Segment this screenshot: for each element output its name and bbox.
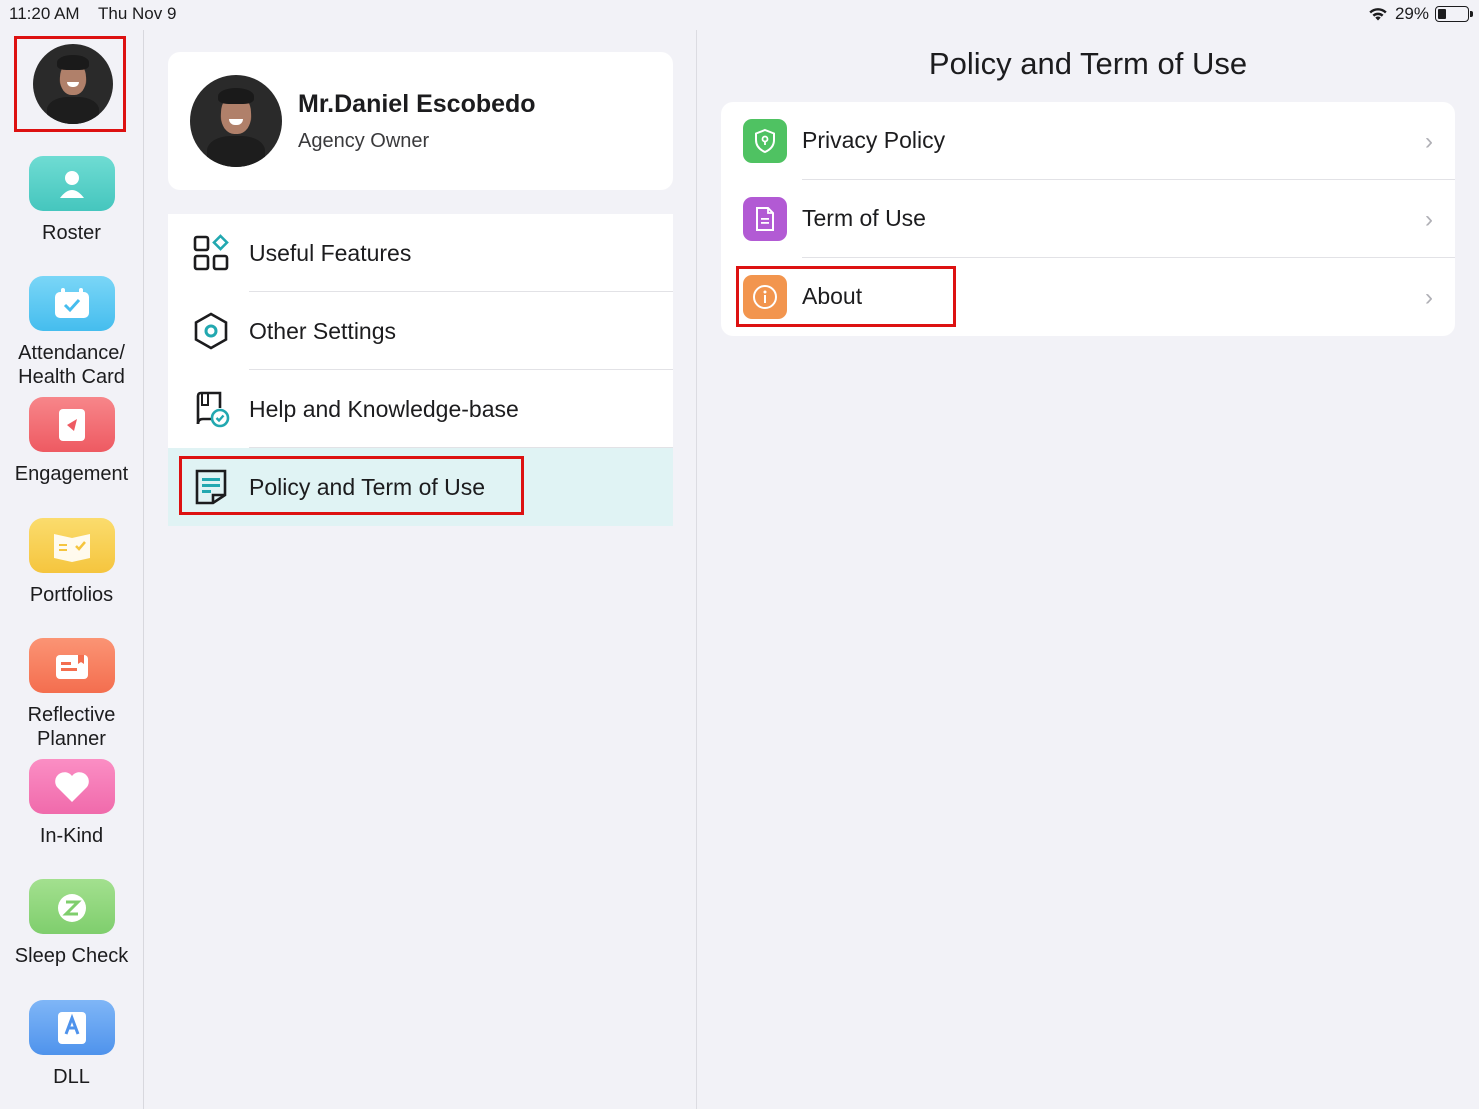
- row-about[interactable]: About ›: [721, 258, 1455, 336]
- status-bar: 11:20 AM Thu Nov 9 29%: [0, 0, 1479, 30]
- rail-avatar-highlight[interactable]: [14, 36, 126, 132]
- hexagon-settings-icon: [194, 312, 228, 350]
- heart-icon: [28, 759, 115, 814]
- menu-label-policy: Policy and Term of Use: [249, 473, 486, 500]
- avatar[interactable]: [33, 44, 113, 124]
- chevron-right-icon: ›: [1425, 206, 1433, 233]
- policy-document-icon: [195, 469, 227, 505]
- left-rail: Roster Attendance/Health Card Engagement…: [0, 30, 144, 1109]
- wifi-icon: [1369, 8, 1387, 21]
- detail-panel: Policy and Term of Use Privacy Policy › …: [697, 30, 1479, 1109]
- menu-item-help[interactable]: Help and Knowledge-base: [168, 370, 673, 448]
- row-privacy-policy[interactable]: Privacy Policy ›: [721, 102, 1455, 180]
- menu-item-other-settings[interactable]: Other Settings: [168, 292, 673, 370]
- dll-icon: [28, 1000, 115, 1055]
- rail-label-portfolios: Portfolios: [29, 584, 114, 606]
- profile-name: Mr.Daniel Escobedo: [298, 90, 536, 118]
- row-label-term-of-use: Term of Use: [802, 205, 926, 231]
- menu-label-other-settings: Other Settings: [249, 317, 397, 344]
- grid-icon: [193, 234, 229, 271]
- settings-column: Mr.Daniel Escobedo Agency Owner Useful F…: [144, 30, 697, 1109]
- help-book-icon: [196, 391, 230, 428]
- rail-label-attendance: Attendance/Health Card: [18, 342, 125, 388]
- menu-label-useful-features: Useful Features: [249, 239, 412, 266]
- rail-label-in-kind: In-Kind: [39, 825, 104, 847]
- rail-item-engagement[interactable]: Engagement: [0, 397, 143, 486]
- engagement-icon: [28, 397, 115, 452]
- rail-item-portfolios[interactable]: Portfolios: [0, 518, 143, 607]
- row-label-about: About: [802, 283, 863, 309]
- info-icon: [743, 275, 787, 319]
- rail-label-sleep-check: Sleep Check: [14, 945, 129, 967]
- rail-item-attendance[interactable]: Attendance/Health Card: [0, 276, 143, 389]
- settings-menu: Useful Features Other Settings Help and …: [168, 214, 673, 526]
- shield-icon: [743, 119, 787, 163]
- planner-icon: [28, 638, 115, 693]
- document-icon: [743, 197, 787, 241]
- chevron-right-icon: ›: [1425, 284, 1433, 311]
- row-term-of-use[interactable]: Term of Use ›: [721, 180, 1455, 258]
- rail-label-dll: DLL: [53, 1066, 90, 1088]
- battery-percent: 29%: [1394, 4, 1429, 23]
- sleep-icon: [28, 879, 115, 934]
- rail-label-reflective-planner: Reflective Planner: [27, 704, 116, 750]
- roster-icon: [28, 156, 115, 211]
- rail-item-in-kind[interactable]: In-Kind: [0, 759, 143, 848]
- rail-item-roster[interactable]: Roster: [0, 156, 143, 245]
- status-time: 11:20 AM: [9, 4, 80, 23]
- rail-label-roster: Roster: [42, 222, 101, 244]
- menu-item-useful-features[interactable]: Useful Features: [168, 214, 673, 292]
- rail-label-engagement: Engagement: [14, 463, 129, 485]
- profile-card[interactable]: Mr.Daniel Escobedo Agency Owner: [168, 52, 673, 190]
- status-date: Thu Nov 9: [98, 4, 177, 23]
- profile-avatar: [190, 75, 282, 167]
- rail-item-dll[interactable]: DLL: [0, 1000, 143, 1089]
- rail-item-reflective-planner[interactable]: Reflective Planner: [0, 638, 143, 751]
- menu-label-help: Help and Knowledge-base: [249, 395, 519, 422]
- menu-item-policy[interactable]: Policy and Term of Use: [168, 448, 673, 526]
- policy-list: Privacy Policy › Term of Use › About ›: [721, 102, 1455, 336]
- page-title: Policy and Term of Use: [928, 46, 1248, 81]
- portfolios-icon: [28, 518, 115, 573]
- chevron-right-icon: ›: [1425, 128, 1433, 155]
- rail-item-sleep-check[interactable]: Sleep Check: [0, 879, 143, 968]
- profile-role: Agency Owner: [298, 130, 430, 152]
- row-label-privacy-policy: Privacy Policy: [802, 127, 946, 153]
- battery-icon: [1435, 6, 1473, 22]
- attendance-icon: [28, 276, 115, 331]
